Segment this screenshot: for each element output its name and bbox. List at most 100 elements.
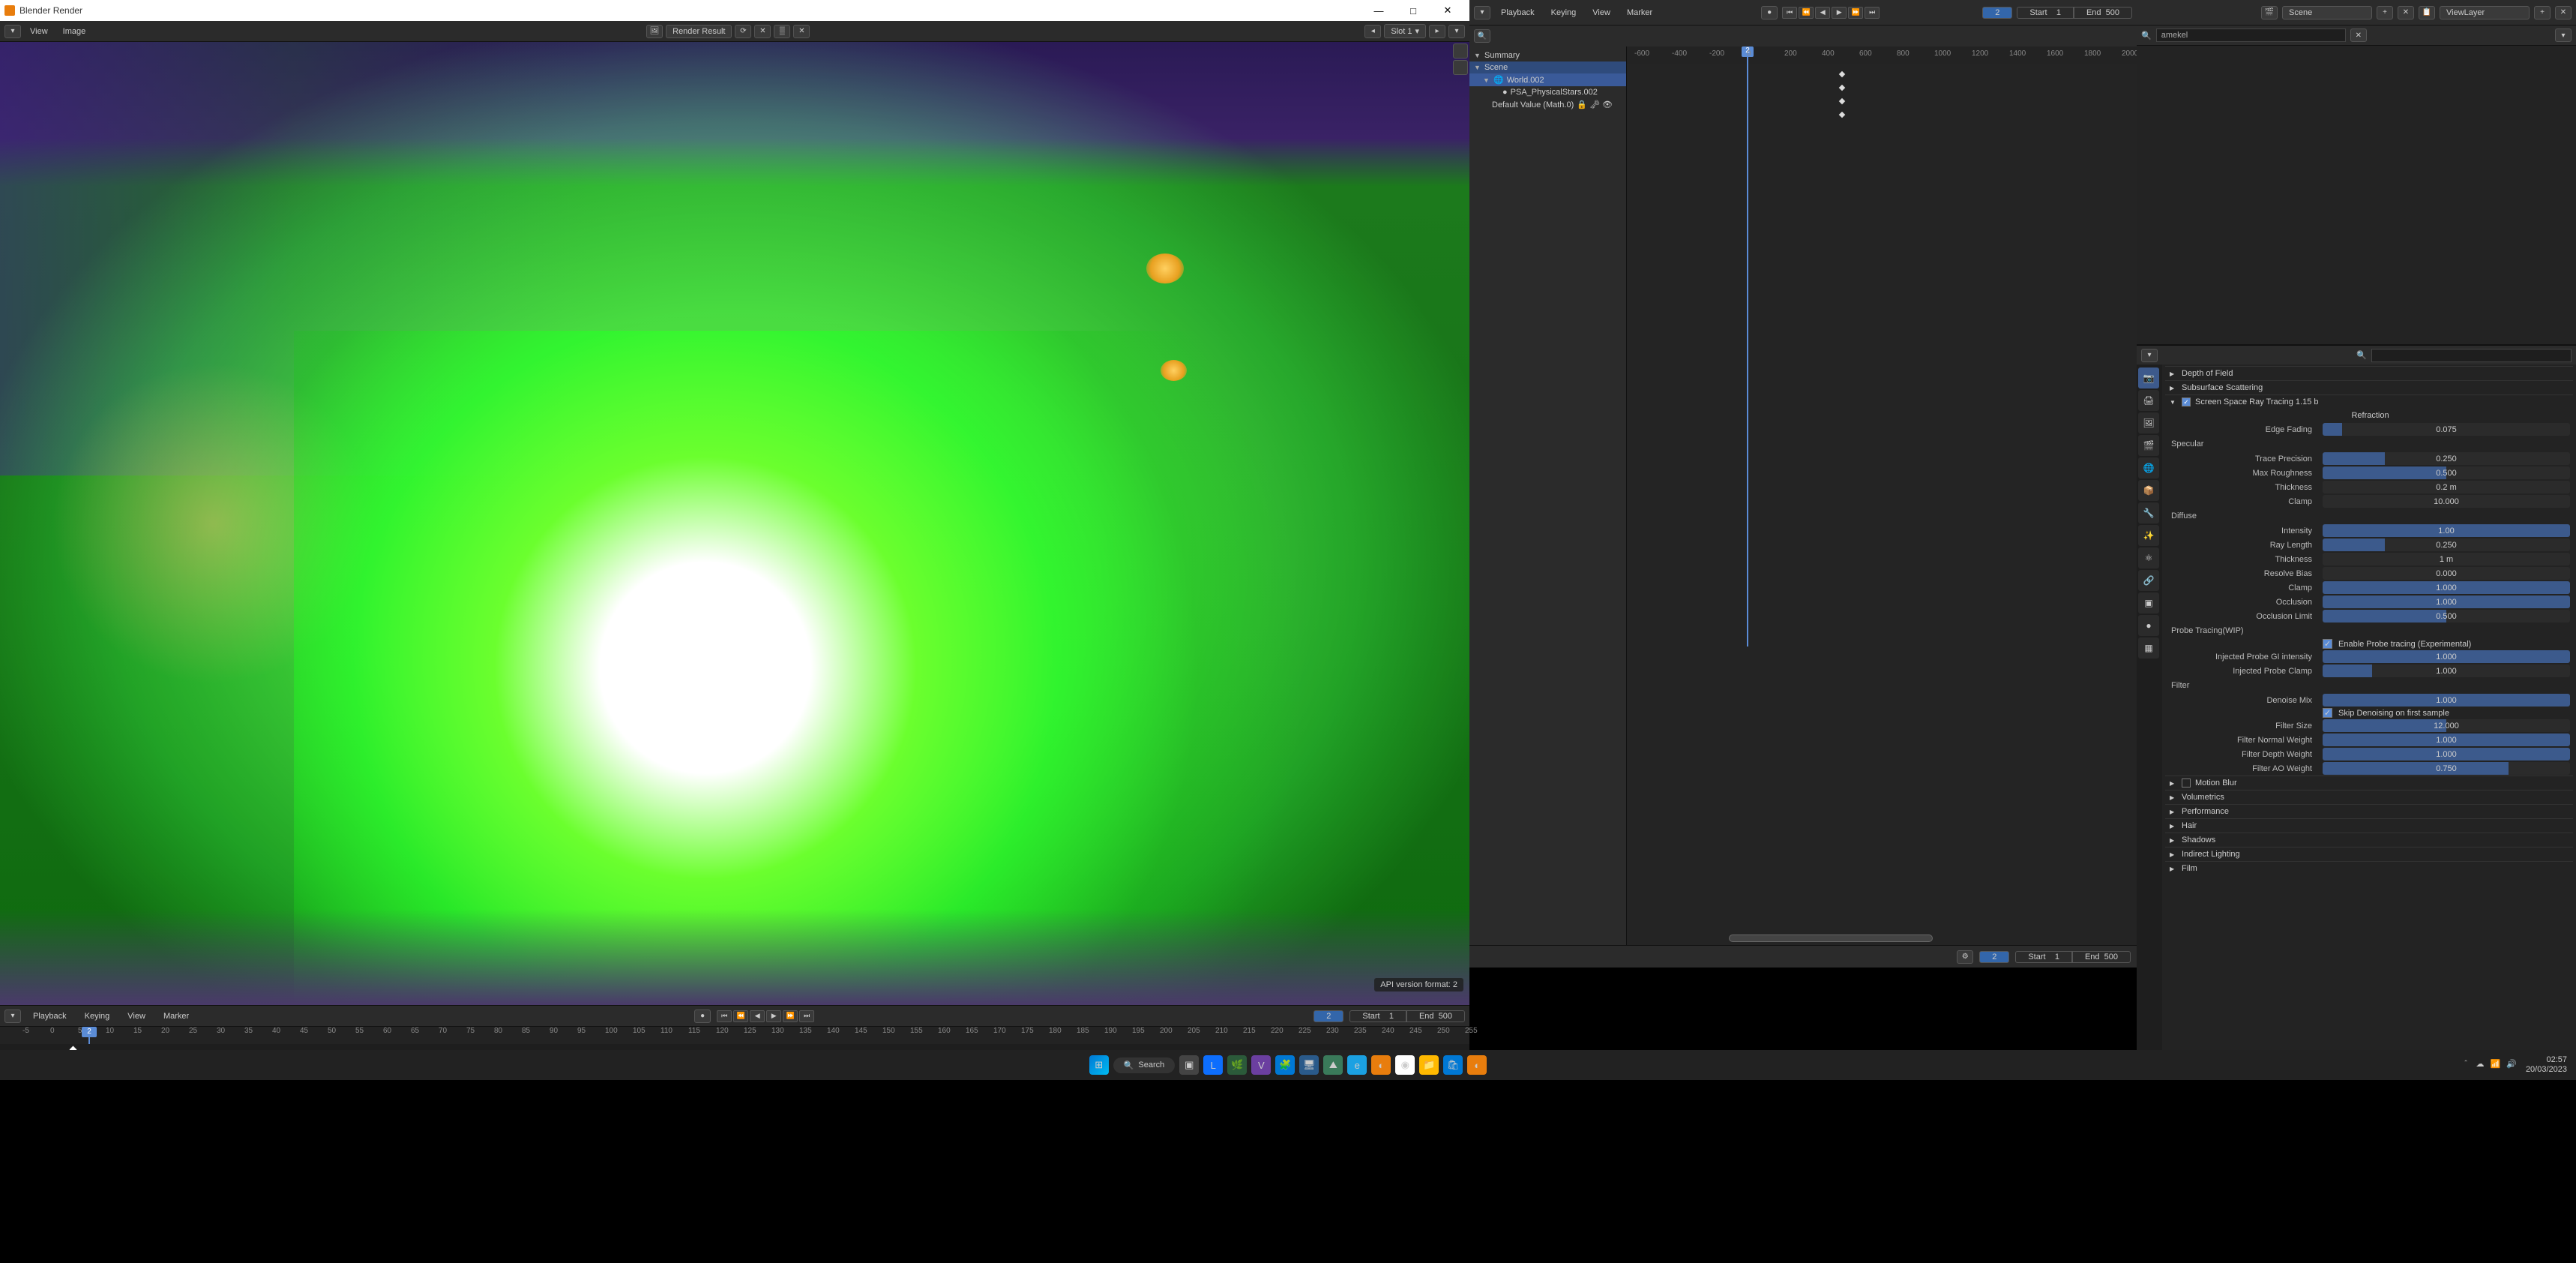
filter-normal-input[interactable]: 1.000	[2323, 734, 2570, 746]
filter-size-input[interactable]: 12.000	[2323, 719, 2570, 732]
filter-ao-input[interactable]: 0.750	[2323, 762, 2570, 775]
task-icon[interactable]: ▣	[1179, 1055, 1199, 1075]
tab-physics[interactable]: ⚛	[2138, 548, 2159, 568]
menu-marker[interactable]: Marker	[1621, 7, 1658, 19]
end-frame-input[interactable]: End 500	[2074, 7, 2132, 19]
menu-view[interactable]: View	[24, 26, 54, 38]
menu-playback[interactable]: Playback	[1495, 7, 1541, 19]
image-viewport[interactable]: API version format: 2	[0, 42, 1469, 1005]
skip-denoise-checkbox[interactable]: ✓	[2323, 708, 2332, 718]
resolve-bias-input[interactable]: 0.000	[2323, 567, 2570, 580]
intensity-input[interactable]: 1.00	[2323, 524, 2570, 537]
thickness2-input[interactable]: 1 m	[2323, 553, 2570, 566]
task-icon[interactable]: ⛰	[1323, 1055, 1343, 1075]
volume-icon[interactable]: 🔊	[2506, 1059, 2517, 1071]
close-button[interactable]: ✕	[1430, 0, 1465, 21]
keyframe-next-button[interactable]: ⏩	[1848, 7, 1863, 19]
clamp-input[interactable]: 10.000	[2323, 495, 2570, 508]
editor-type-dropdown[interactable]: ▾	[4, 1010, 21, 1023]
maximize-button[interactable]: □	[1396, 0, 1430, 21]
task-icon[interactable]: L	[1203, 1055, 1223, 1075]
x-icon[interactable]: ✕	[754, 25, 771, 38]
menu-view[interactable]: View	[121, 1010, 151, 1022]
start-button[interactable]: ⊞	[1089, 1055, 1109, 1075]
pan-icon[interactable]	[1453, 60, 1468, 75]
tab-output[interactable]: 🖨	[2138, 390, 2159, 411]
playhead[interactable]: 2	[82, 1027, 97, 1037]
minimize-button[interactable]: —	[1361, 0, 1396, 21]
scene-selector[interactable]: Scene	[2282, 6, 2372, 20]
tab-scene[interactable]: 🎬	[2138, 435, 2159, 456]
wifi-icon[interactable]: 📶	[2491, 1059, 2501, 1071]
dopesheet-area[interactable]: 2 -600-400-20002004006008001000120014001…	[1627, 46, 2137, 945]
section-film[interactable]: ▶Film	[2165, 862, 2573, 875]
tab-particles[interactable]: ✨	[2138, 525, 2159, 546]
jump-end-button[interactable]: ⏭	[799, 1010, 814, 1022]
search-icon[interactable]: 🔍	[1474, 29, 1490, 43]
props-editor-dropdown[interactable]: ▾	[2141, 349, 2158, 362]
menu-keying[interactable]: Keying	[1545, 7, 1583, 19]
section-dof[interactable]: ▶Depth of Field	[2165, 367, 2573, 380]
tab-viewlayer[interactable]: 🖼	[2138, 412, 2159, 434]
thickness-input[interactable]: 0.2 m	[2323, 481, 2570, 494]
menu-marker[interactable]: Marker	[157, 1010, 195, 1022]
current-frame-input[interactable]: 2	[1982, 7, 2012, 19]
keyframe-next-button[interactable]: ⏩	[783, 1010, 798, 1022]
probe-gi-input[interactable]: 1.000	[2323, 650, 2570, 663]
tab-constraints[interactable]: 🔗	[2138, 570, 2159, 591]
clear-search-icon[interactable]: ✕	[2350, 28, 2367, 42]
timeline-ruler[interactable]: 2 -5051015202530354045505560657075808590…	[0, 1026, 1469, 1044]
section-ssrt[interactable]: ▼✓Screen Space Ray Tracing 1.15 b	[2165, 395, 2573, 409]
section-sss[interactable]: ▶Subsurface Scattering	[2165, 381, 2573, 394]
horizontal-scrollbar[interactable]	[1729, 934, 1933, 942]
editor-type-dropdown[interactable]: ▾	[4, 25, 21, 38]
explorer-icon[interactable]: 📁	[1419, 1055, 1439, 1075]
play-rev-button[interactable]: ◀	[750, 1010, 765, 1022]
ray-length-input[interactable]: 0.250	[2323, 538, 2570, 551]
close-image-icon[interactable]: ✕	[793, 25, 810, 38]
probe-clamp-input[interactable]: 1.000	[2323, 664, 2570, 677]
menu-keying[interactable]: Keying	[79, 1010, 116, 1022]
viewlayer-selector[interactable]: ViewLayer	[2440, 6, 2530, 20]
world-row[interactable]: World.002	[1507, 76, 1544, 85]
tab-data[interactable]: ▣	[2138, 592, 2159, 614]
play-rev-button[interactable]: ◀	[1815, 7, 1830, 19]
del-scene-icon[interactable]: ✕	[2398, 6, 2414, 20]
filter-icon[interactable]: ▾	[2555, 28, 2572, 42]
jump-start-button[interactable]: ⏮	[717, 1010, 732, 1022]
end-frame-input[interactable]: End 500	[1406, 1010, 1465, 1022]
outliner-search-input[interactable]	[2156, 28, 2346, 42]
ssrt-checkbox[interactable]: ✓	[2182, 398, 2191, 406]
tab-material[interactable]: ●	[2138, 615, 2159, 636]
chrome-icon[interactable]: ◉	[1395, 1055, 1415, 1075]
filter-depth-input[interactable]: 1.000	[2323, 748, 2570, 760]
play-button[interactable]: ▶	[1832, 7, 1847, 19]
enable-probe-checkbox[interactable]: ✓	[2323, 639, 2332, 649]
menu-view[interactable]: View	[1586, 7, 1616, 19]
onedrive-icon[interactable]: ☁	[2476, 1059, 2485, 1071]
autokey-icon[interactable]: ●	[694, 1010, 711, 1023]
new-scene-icon[interactable]: +	[2377, 6, 2393, 20]
current-frame-input[interactable]: 2	[1979, 951, 2009, 963]
fake-user-icon[interactable]: ▒	[774, 25, 790, 38]
task-icon[interactable]: V	[1251, 1055, 1271, 1075]
render-result-label[interactable]: Render Result	[666, 25, 732, 38]
slot-prev-icon[interactable]: ◂	[1364, 25, 1381, 38]
editor-type-dropdown[interactable]: ▾	[1474, 6, 1490, 20]
task-icon[interactable]: 🌿	[1227, 1055, 1247, 1075]
clock[interactable]: 02:57 20/03/2023	[2526, 1055, 2567, 1075]
start-frame-input[interactable]: Start 1	[1349, 1010, 1406, 1022]
section-motion-blur[interactable]: ▶Motion Blur	[2165, 776, 2573, 790]
section-volumetrics[interactable]: ▶Volumetrics	[2165, 790, 2573, 804]
taskbar-search[interactable]: 🔍 Search	[1113, 1058, 1176, 1073]
tab-render[interactable]: 📷	[2138, 368, 2159, 388]
current-frame-input[interactable]: 2	[1313, 1010, 1343, 1022]
occlusion-limit-input[interactable]: 0.500	[2323, 610, 2570, 622]
menu-image[interactable]: Image	[57, 26, 92, 38]
default-row[interactable]: Default Value (Math.0)	[1492, 100, 1574, 110]
edge-icon[interactable]: e	[1347, 1055, 1367, 1075]
del-viewlayer-icon[interactable]: ✕	[2555, 6, 2572, 20]
jump-end-button[interactable]: ⏭	[1865, 7, 1880, 19]
keyframe-prev-button[interactable]: ⏪	[733, 1010, 748, 1022]
keyframe-prev-button[interactable]: ⏪	[1799, 7, 1814, 19]
